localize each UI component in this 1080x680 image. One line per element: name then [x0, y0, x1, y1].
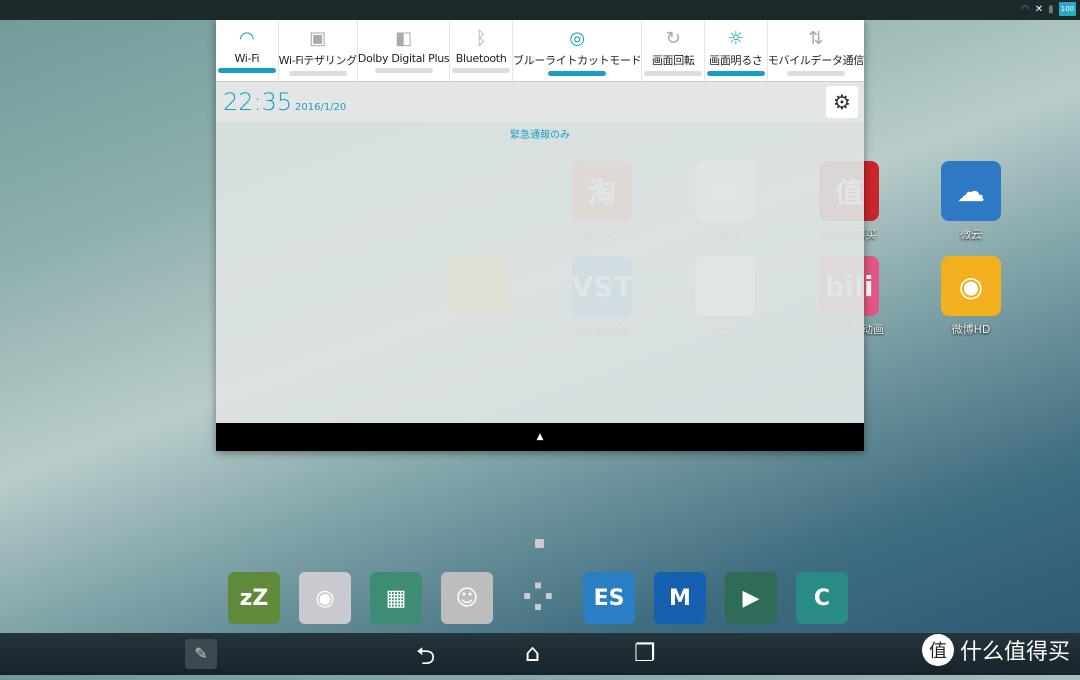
tile-wifi-tethering[interactable]: ▣ Wi-Fiテザリング: [279, 20, 358, 81]
bluetooth-icon: ᛒ: [475, 28, 487, 49]
tile-state-indicator: [644, 71, 703, 76]
gallery-app[interactable]: ▦: [370, 572, 422, 624]
camera-app[interactable]: ◉: [299, 572, 351, 624]
app-icon-image: ◉: [941, 256, 1001, 316]
watermark-logo: 值: [921, 634, 954, 666]
tile-label: 画面明るさ: [709, 54, 763, 67]
watermark: 值 什么值得买: [921, 634, 1070, 666]
tile-label: Dolby Digital Plus: [357, 52, 450, 65]
messaging-app[interactable]: ☺: [441, 572, 493, 624]
app-label: 微云: [960, 228, 982, 241]
clock: 22:35: [223, 88, 293, 116]
page-indicator[interactable]: [535, 539, 544, 548]
home-button[interactable]: ⌂: [525, 639, 540, 667]
app-icon-image: ☁: [941, 161, 1001, 221]
video-player[interactable]: ▶: [725, 572, 777, 624]
sleep-app[interactable]: zZ: [228, 572, 280, 624]
wifi-icon: ◠: [238, 28, 255, 49]
app-icon[interactable]: ☁ 微云: [940, 161, 1002, 242]
tile-label: Wi-Fiテザリング: [278, 54, 358, 67]
notification-panel: ◠ Wi-Fi ▣ Wi-Fiテザリング ◧ Dolby Digital Plus ᛒ Blu…: [216, 20, 864, 451]
edit-icon: ✎: [194, 644, 208, 663]
status-bar: ◠ ✕ ▮ 100: [0, 0, 1080, 20]
tile-rotate[interactable]: ↻ 画面回転: [642, 20, 706, 81]
tile-wifi[interactable]: ◠ Wi-Fi: [216, 20, 279, 81]
notification-area: 緊急通報のみ: [216, 122, 864, 423]
tile-label: Bluetooth: [455, 52, 507, 65]
tile-state-indicator: [706, 71, 765, 76]
signal-icon: ▮: [1048, 3, 1054, 15]
date: 2016/1/20: [295, 102, 347, 113]
tile-blue-light[interactable]: ◎ ブルーライトカットモード: [512, 20, 643, 81]
c-app[interactable]: C: [796, 572, 848, 624]
settings-button[interactable]: ⚙: [826, 86, 858, 118]
quick-settings-tiles: ◠ Wi-Fi ▣ Wi-Fiテザリング ◧ Dolby Digital Plus ᛒ Blu…: [216, 20, 864, 82]
tile-state-indicator: [548, 71, 607, 76]
tile-label: 画面回転: [651, 54, 695, 67]
emergency-calls-only: 緊急通報のみ: [510, 130, 570, 141]
tile-brightness[interactable]: ☼ 画面明るさ: [705, 20, 768, 81]
tile-bluetooth[interactable]: ᛒ Bluetooth: [450, 20, 513, 81]
mobile-data-icon: ⇅: [808, 28, 824, 49]
es-file-explorer[interactable]: ES: [583, 572, 635, 624]
tile-label: モバイルデータ通信: [767, 54, 865, 67]
rotate-icon: ↻: [665, 28, 681, 49]
blue-light-icon: ◎: [569, 28, 586, 49]
battery-icon: 100: [1058, 2, 1076, 16]
maxthon-browser[interactable]: M: [654, 572, 706, 624]
watermark-text: 什么值得买: [959, 640, 1070, 665]
brightness-icon: ☼: [727, 28, 744, 49]
tile-dolby[interactable]: ◧ Dolby Digital Plus: [357, 20, 451, 81]
collapse-arrow-icon: ▲: [536, 432, 544, 442]
dock: zZ ◉ ▦ ☺ ⁘ ES M ▶ C: [228, 572, 848, 624]
recents-button[interactable]: ❐: [634, 639, 656, 667]
time-row: 22:35 2016/1/20 ⚙: [216, 82, 864, 122]
tile-state-indicator: [217, 68, 276, 73]
navigation-bar: ✎ ⮌ ⌂ ❐: [0, 633, 1080, 675]
app-icon[interactable]: ◉ 微博HD: [940, 256, 1002, 337]
tile-state-indicator: [452, 68, 511, 73]
screenshot-edit-button[interactable]: ✎: [185, 639, 217, 669]
apps-drawer[interactable]: ⁘: [512, 572, 564, 624]
gear-icon: ⚙: [833, 90, 851, 114]
no-sim-icon: ✕: [1034, 3, 1044, 15]
collapse-handle[interactable]: ▲: [216, 423, 864, 451]
tile-label: ブルーライトカットモード: [512, 54, 642, 67]
tile-mobile-data[interactable]: ⇅ モバイルデータ通信: [768, 20, 864, 81]
tile-state-indicator: [374, 68, 433, 73]
wifi-tethering-icon: ▣: [309, 28, 327, 49]
tile-label: Wi-Fi: [234, 52, 260, 65]
tile-state-indicator: [786, 71, 845, 76]
wifi-icon: ◠: [1020, 3, 1030, 15]
dolby-icon: ◧: [395, 28, 413, 49]
tile-state-indicator: [288, 71, 347, 76]
app-label: 微博HD: [951, 323, 991, 336]
back-button[interactable]: ⮌: [416, 639, 435, 680]
